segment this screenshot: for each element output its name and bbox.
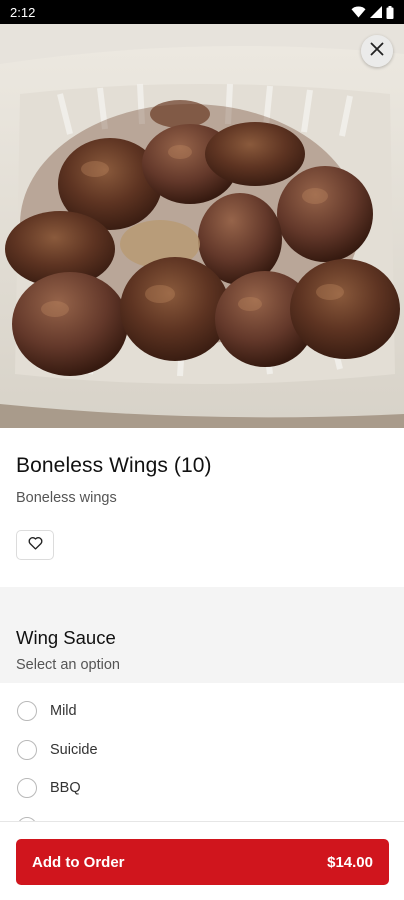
item-description: Boneless wings (16, 490, 117, 506)
item-photo (0, 24, 404, 428)
favorite-button[interactable] (16, 530, 54, 560)
item-detail-screen: 2:12 Boneless Wings (10) Boneless wings … (0, 0, 404, 900)
radio-button[interactable] (17, 739, 37, 760)
status-icons (351, 5, 394, 19)
add-to-order-button[interactable]: Add to Order $14.00 (16, 839, 389, 885)
heart-outline-icon (28, 536, 43, 555)
option-suicide[interactable]: Suicide (16, 731, 388, 770)
option-group-subtitle: Select an option (16, 657, 120, 673)
bottom-action-bar: Add to Order $14.00 (0, 821, 404, 900)
item-details: Boneless Wings (10) Boneless wings (0, 428, 404, 560)
close-button[interactable] (361, 35, 393, 67)
wifi-icon (351, 6, 366, 18)
radio-button[interactable] (17, 778, 37, 799)
option-group-title: Wing Sauce (16, 627, 116, 648)
add-to-order-label: Add to Order (32, 853, 125, 871)
option-bbq[interactable]: BBQ (16, 769, 388, 808)
status-bar: 2:12 (0, 0, 404, 24)
price-label: $14.00 (327, 853, 373, 871)
option-mild[interactable]: Mild (16, 692, 388, 731)
close-icon (370, 42, 384, 61)
radio-button[interactable] (17, 701, 37, 722)
signal-icon (370, 6, 382, 18)
status-time: 2:12 (10, 4, 36, 20)
battery-icon (386, 5, 394, 19)
item-title: Boneless Wings (10) (16, 454, 212, 477)
option-label: BBQ (50, 780, 81, 797)
option-label: Mild (50, 703, 77, 720)
option-label: Suicide (50, 741, 98, 758)
option-group-header: Wing Sauce Select an option (0, 587, 404, 683)
